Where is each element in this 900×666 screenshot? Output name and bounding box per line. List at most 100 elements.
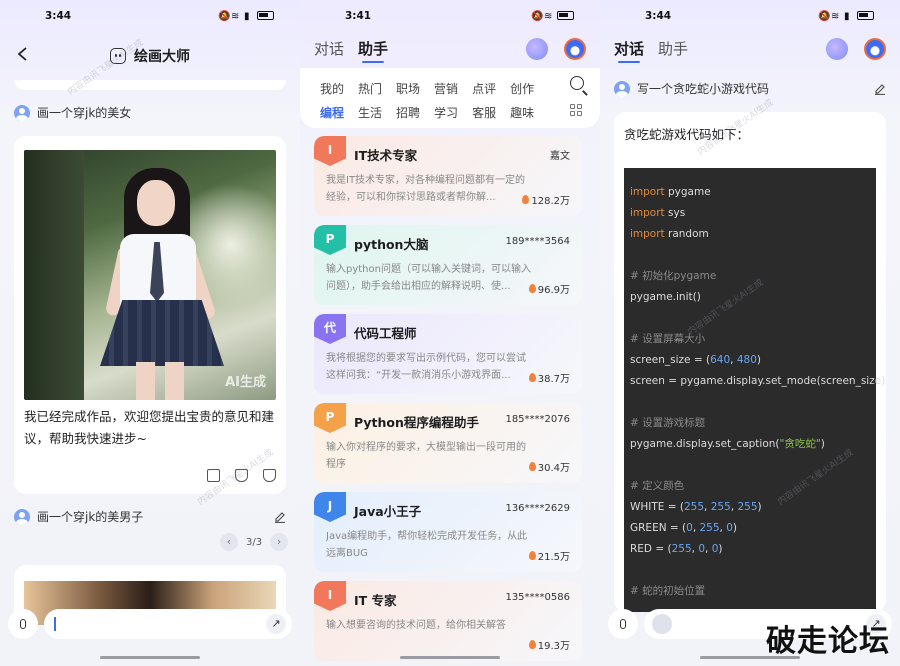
assistant-answer-card: 贪吃蛇游戏代码如下： import pygame import sys import…: [614, 112, 886, 612]
category-item-active[interactable]: 编程: [320, 104, 344, 121]
code-token: ,: [705, 543, 712, 555]
popularity-count: 38.7万: [537, 374, 570, 385]
category-item[interactable]: 职场: [396, 80, 420, 97]
category-item[interactable]: 点评: [472, 80, 496, 97]
search-icon[interactable]: [570, 76, 584, 90]
code-token: 480: [736, 354, 757, 366]
send-button[interactable]: ↗: [266, 614, 286, 634]
tab-assistants[interactable]: 助手: [358, 38, 388, 63]
flame-icon: [528, 640, 536, 649]
popularity-count: 96.9万: [537, 285, 570, 296]
spark-logo-icon[interactable]: [864, 38, 886, 60]
user-prompt-text: 画一个穿jk的美女: [37, 106, 132, 120]
share-icon[interactable]: [207, 469, 220, 482]
screenshot-collage: 3:44 🔕 ≋ ▮ 绘画大师 画一个穿jk的美女 AI生成 我已经完成作品，欢…: [0, 0, 900, 666]
assistant-description: Java编程助手，帮你轻松完成开发任务，从此远离BUG: [326, 531, 528, 559]
code-line: # 蛇的初始位置: [630, 581, 870, 602]
category-item[interactable]: 趣味: [510, 104, 534, 121]
message-composer: ↗: [8, 608, 292, 640]
category-item[interactable]: 生活: [358, 104, 382, 121]
assistant-card[interactable]: I IT 专家 135****0586 输入想要咨询的技术问题，给你相关解答 19.3万: [314, 581, 582, 661]
code-token: pygame.init(): [630, 291, 701, 303]
assistant-author: 185****2076: [505, 414, 570, 425]
create-assistant-icon[interactable]: [826, 38, 848, 60]
flame-icon: [528, 284, 536, 293]
code-line: RED = (255, 0, 0): [630, 539, 870, 560]
signal-icon: ▮: [844, 11, 850, 22]
user-prompt-text: 写一个贪吃蛇小游戏代码: [637, 82, 770, 96]
chat-title: 绘画大师: [134, 49, 190, 65]
image-upload-icon[interactable]: [652, 614, 672, 634]
create-assistant-icon[interactable]: [526, 38, 548, 60]
assistant-card[interactable]: 代代码工程师 我将根据您的要求写出示例代码，您可以尝试这样问我：“开发一款消消乐小…: [314, 314, 582, 394]
voice-input-button[interactable]: [8, 609, 38, 639]
code-line: screen_size = (640, 480): [630, 350, 870, 371]
code-line: screen = pygame.display.set_mode(screen_…: [630, 371, 885, 392]
message-actions: [207, 469, 276, 482]
assistant-card[interactable]: I IT技术专家 嘉文 我是IT技术专家，对各种编程问题都有一定的经验，可以和你探讨思…: [314, 136, 582, 216]
back-arrow-icon[interactable]: [16, 47, 30, 61]
mute-icon: 🔕: [531, 11, 544, 22]
status-time: 3:44: [45, 10, 72, 22]
microphone-icon: [20, 619, 26, 629]
microphone-icon: [620, 619, 626, 629]
wifi-icon: ≋: [544, 11, 553, 22]
thumbs-up-icon[interactable]: [235, 469, 248, 482]
user-prompt-text: 画一个穿jk的美男子: [37, 510, 144, 524]
category-item[interactable]: 热门: [358, 80, 382, 97]
voice-input-button[interactable]: [608, 609, 638, 639]
user-avatar-icon: [14, 508, 30, 525]
ai-generated-badge: AI生成: [225, 375, 266, 390]
code-token: ): [718, 543, 723, 555]
all-categories-grid-icon[interactable]: [570, 104, 582, 116]
category-item[interactable]: 学习: [434, 104, 458, 121]
pager-next-button[interactable]: ›: [270, 533, 289, 551]
assistant-description: 输入python问题（可以输入关键词，可以输入问题），助手会给出相应的解释说明、…: [326, 264, 531, 292]
assistant-description: 输入想要咨询的技术问题，给你相关解答: [326, 620, 506, 631]
assistant-card[interactable]: Ppython大脑 189****3564 输入python问题（可以输入关键词，可…: [314, 225, 582, 305]
category-item[interactable]: 营销: [434, 80, 458, 97]
assistant-popularity: 38.7万: [528, 370, 570, 385]
category-item[interactable]: 客服: [472, 104, 496, 121]
user-avatar-icon: [14, 104, 30, 121]
category-item[interactable]: 招聘: [396, 104, 420, 121]
tab-chat[interactable]: 对话: [314, 38, 344, 59]
code-token: # 设置屏幕大小: [630, 333, 706, 345]
assistant-card[interactable]: J Java小王子 136****2629 Java编程助手，帮你轻松完成开发任务，从…: [314, 492, 582, 572]
category-panel: 我的 热门 职场 营销 点评 创作 编程 生活 招聘 学习 客服 趣味: [300, 68, 600, 128]
answer-intro-text: 贪吃蛇游戏代码如下：: [624, 127, 750, 142]
wifi-icon: ≋: [231, 11, 240, 22]
status-time: 3:44: [645, 10, 672, 22]
thumbs-down-icon[interactable]: [263, 469, 276, 482]
code-token: screen = pygame.display.set_mode(screen_…: [630, 375, 886, 387]
home-indicator: [100, 656, 200, 659]
assistant-badge: I: [314, 581, 346, 611]
code-token: ): [732, 522, 738, 534]
code-line: # 设置屏幕大小: [630, 329, 870, 350]
assistant-card[interactable]: P Python程序编程助手 185****2076 输入你对程序的要求，大模型输出一…: [314, 403, 582, 483]
code-token: 255: [737, 501, 758, 513]
spark-logo-icon[interactable]: [564, 38, 586, 60]
assistant-badge: I: [314, 136, 346, 166]
code-block[interactable]: import pygame import sys import random # 初始…: [624, 168, 885, 612]
code-token: ): [757, 501, 762, 513]
message-input[interactable]: ↗: [44, 609, 292, 639]
category-item[interactable]: 创作: [510, 80, 534, 97]
generated-image-card: AI生成 我已经完成作品，欢迎您提出宝贵的意见和建议，帮助我快速进步~: [14, 136, 286, 494]
pager-prev-button[interactable]: ‹: [220, 533, 238, 551]
edit-icon[interactable]: [274, 511, 286, 523]
generated-image[interactable]: AI生成: [24, 150, 276, 400]
code-token: RED = (: [630, 543, 672, 555]
code-token: random: [664, 228, 709, 240]
edit-icon[interactable]: [874, 83, 886, 95]
code-token: ): [756, 354, 761, 366]
user-avatar-icon: [614, 80, 630, 97]
category-item[interactable]: 我的: [320, 80, 344, 97]
assistant-popularity: 19.3万: [528, 637, 570, 652]
tab-chat[interactable]: 对话: [614, 38, 644, 63]
code-token: "贪吃蛇": [779, 438, 821, 450]
assistant-name: IT 专家: [354, 593, 397, 608]
tab-assistants[interactable]: 助手: [658, 38, 688, 59]
